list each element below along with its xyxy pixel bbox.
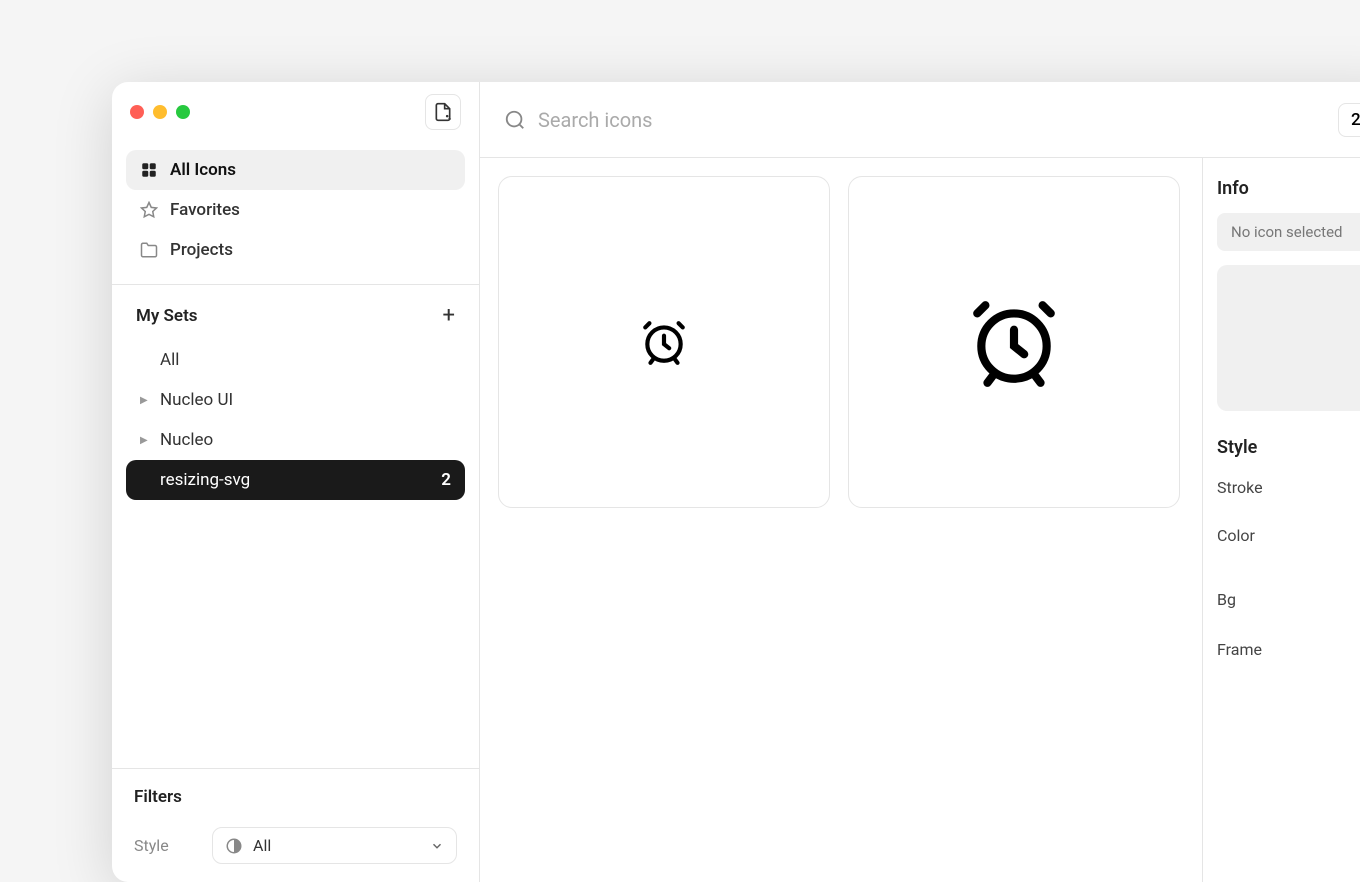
zoom-input[interactable]: 200 — [1338, 103, 1360, 137]
stroke-label: Stroke — [1217, 478, 1263, 497]
titlebar — [112, 82, 479, 142]
add-set-button[interactable]: + — [443, 303, 455, 328]
content-area: Info No icon selected Style Stroke 2 Col… — [480, 158, 1360, 882]
no-selection-message: No icon selected — [1217, 213, 1360, 251]
star-icon — [140, 201, 158, 219]
alarm-clock-icon — [965, 293, 1063, 391]
filter-style-select[interactable]: All — [212, 827, 457, 864]
inspector-panel: Info No icon selected Style Stroke 2 Col… — [1202, 158, 1360, 882]
main-area: 200 — [480, 82, 1360, 882]
filters-section: Filters Style All — [112, 768, 479, 882]
filter-style-value: All — [253, 836, 271, 855]
search-icon — [504, 109, 526, 131]
nav-label: Projects — [170, 240, 233, 260]
alarm-clock-icon — [639, 317, 689, 367]
preview-box — [1217, 265, 1360, 411]
icon-tile[interactable] — [498, 176, 830, 508]
minimize-icon[interactable] — [153, 105, 167, 119]
file-plus-icon — [433, 102, 453, 122]
set-item-resizing-svg[interactable]: resizing-svg 2 — [126, 460, 465, 500]
icon-grid — [480, 158, 1202, 882]
set-item-all[interactable]: All — [126, 340, 465, 380]
swap-colors-icon[interactable]: ⇅ — [1217, 559, 1360, 575]
filters-header: Filters — [134, 787, 457, 807]
nav-projects[interactable]: Projects — [126, 230, 465, 270]
nav-section: All Icons Favorites Projects — [112, 142, 479, 284]
nav-label: Favorites — [170, 200, 240, 220]
folder-icon — [140, 241, 158, 259]
set-label: Nucleo — [160, 430, 213, 450]
grid-icon — [140, 161, 158, 179]
sidebar: All Icons Favorites Projects My Sets + — [112, 82, 480, 882]
filter-style-row: Style All — [134, 827, 457, 864]
set-label: resizing-svg — [160, 470, 250, 490]
chevron-down-icon — [430, 839, 444, 853]
frame-label: Frame — [1217, 640, 1262, 659]
nav-favorites[interactable]: Favorites — [126, 190, 465, 230]
maximize-icon[interactable] — [176, 105, 190, 119]
stroke-row: Stroke 2 — [1217, 472, 1360, 503]
half-circle-icon — [225, 837, 243, 855]
color-label: Color — [1217, 526, 1255, 545]
new-set-button[interactable] — [425, 94, 461, 130]
set-item-nucleo-ui[interactable]: ▶ Nucleo UI — [126, 380, 465, 420]
info-header: Info — [1217, 178, 1360, 199]
disclosure-icon: ▶ — [140, 435, 150, 446]
disclosure-icon: ▶ — [140, 395, 150, 406]
search-input[interactable] — [538, 108, 1324, 132]
bg-row: Bg — [1217, 581, 1360, 617]
set-label: Nucleo UI — [160, 390, 233, 410]
app-window: All Icons Favorites Projects My Sets + — [112, 82, 1360, 882]
set-count: 2 — [441, 470, 451, 490]
set-label: All — [160, 350, 179, 370]
close-icon[interactable] — [130, 105, 144, 119]
my-sets-section: My Sets + All ▶ Nucleo UI ▶ Nucleo resiz… — [112, 284, 479, 768]
traffic-lights — [130, 105, 190, 119]
sets-header: My Sets + — [126, 303, 465, 340]
icon-tile[interactable] — [848, 176, 1180, 508]
topbar: 200 — [480, 82, 1360, 158]
nav-label: All Icons — [170, 160, 236, 180]
color-row: Color — [1217, 517, 1360, 553]
search-wrap — [504, 108, 1324, 132]
bg-label: Bg — [1217, 590, 1236, 609]
sets-title: My Sets — [136, 306, 198, 326]
nav-all-icons[interactable]: All Icons — [126, 150, 465, 190]
set-item-nucleo[interactable]: ▶ Nucleo — [126, 420, 465, 460]
frame-row: Frame — [1217, 631, 1360, 667]
filter-style-label: Style — [134, 836, 194, 855]
style-header: Style — [1217, 437, 1360, 458]
